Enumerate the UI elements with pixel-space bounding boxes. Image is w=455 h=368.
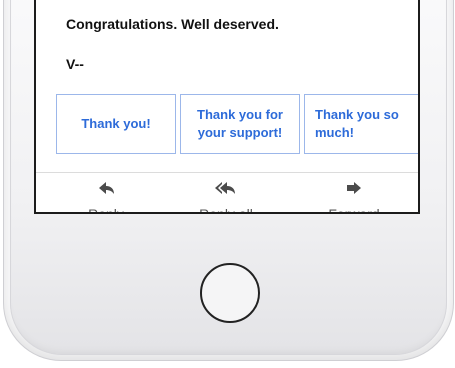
email-body-text: Congratulations. Well deserved. (66, 16, 279, 32)
smart-reply-line-2: much! (315, 125, 354, 140)
home-button[interactable] (200, 263, 260, 323)
smart-reply-thank-you-for-support[interactable]: Thank you for your support! (180, 94, 300, 154)
smart-reply-thank-you-so-much[interactable]: Thank you so much! (304, 94, 418, 154)
reply-icon (56, 178, 156, 200)
smart-reply-label: Thank you so much! (315, 106, 399, 142)
email-signature: V-- (66, 56, 84, 72)
divider (36, 172, 418, 173)
smart-reply-line-2: your support! (197, 125, 283, 140)
reply-label: Reply (88, 206, 124, 214)
forward-label: Forward (328, 206, 380, 214)
smart-reply-label: Thank you! (81, 116, 151, 131)
smart-reply-label: Thank you for your support! (197, 106, 283, 142)
reply-all-button[interactable]: Reply all (176, 178, 276, 214)
phone-screen: Congratulations. Well deserved. V-- Than… (34, 0, 420, 214)
phone-device: Congratulations. Well deserved. V-- Than… (0, 0, 455, 368)
reply-all-label: Reply all (199, 206, 253, 214)
reply-all-icon (176, 178, 276, 200)
smart-reply-thank-you[interactable]: Thank you! (56, 94, 176, 154)
smart-reply-line-1: Thank you so (315, 107, 399, 122)
smart-reply-line-1: Thank you for (197, 107, 283, 122)
reply-button[interactable]: Reply (56, 178, 156, 214)
forward-button[interactable]: Forward (304, 178, 404, 214)
forward-icon (304, 178, 404, 200)
